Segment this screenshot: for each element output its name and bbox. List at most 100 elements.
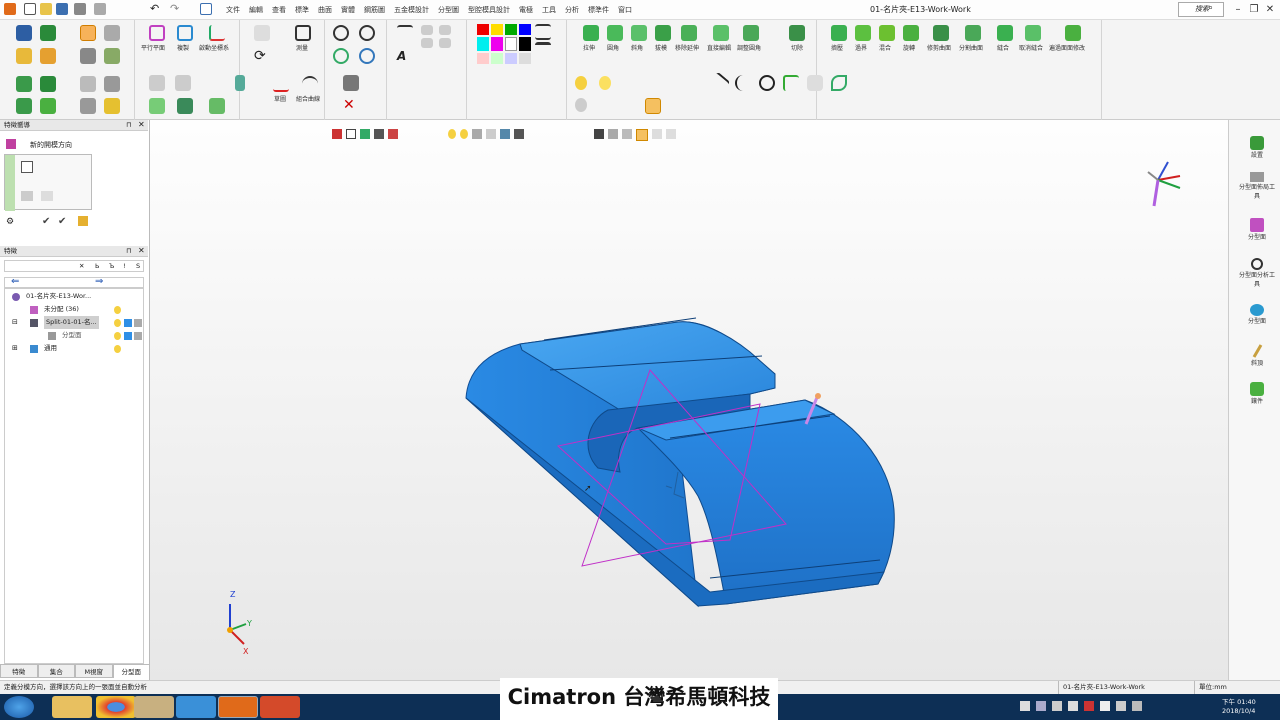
undo-icon[interactable]: ↶	[150, 3, 162, 15]
direct-edit-icon[interactable]	[713, 25, 729, 41]
monitor-icon[interactable]	[80, 98, 96, 114]
bulb-icon[interactable]	[599, 76, 611, 90]
search-icon[interactable]: ⌕	[1208, 3, 1213, 13]
menu-item-3[interactable]: 標準	[295, 5, 309, 15]
tree-col-2[interactable]: Ъ	[109, 262, 114, 270]
tray-icons[interactable]	[1020, 701, 1190, 713]
view-triad[interactable]	[1147, 161, 1181, 207]
angle-icon[interactable]: ⟳	[254, 48, 270, 64]
offset-icon[interactable]	[855, 25, 871, 41]
rotate-icon[interactable]	[903, 25, 919, 41]
cut-icon[interactable]	[789, 25, 805, 41]
menu-item-1[interactable]: 編輯	[249, 5, 263, 15]
layer-icon[interactable]	[16, 98, 32, 114]
tree-item-split[interactable]: ⊟ Split-01-01-名...	[4, 316, 146, 329]
menu-item-7[interactable]: 五金模設計	[394, 5, 429, 15]
load-icon[interactable]	[40, 25, 56, 41]
menu-item-5[interactable]: 實體	[341, 5, 355, 15]
menu-item-9[interactable]: 型腔模具設計	[468, 5, 510, 15]
trim-surface-icon[interactable]	[933, 25, 949, 41]
panel-pin-icon[interactable]: ⊓	[126, 121, 131, 129]
app-logo-icon[interactable]	[4, 3, 16, 15]
search-input[interactable]: 搜索	[1178, 2, 1224, 17]
tab-features[interactable]: 特徵	[0, 664, 38, 678]
step-icon[interactable]	[21, 161, 33, 173]
tree-col-1[interactable]: Ь	[95, 262, 99, 270]
tree-col-3[interactable]: !	[123, 262, 126, 270]
box-pointer-icon[interactable]	[80, 48, 96, 64]
taskbar-ie-icon[interactable]	[176, 696, 216, 718]
taskbar-folder-icon[interactable]	[134, 696, 174, 718]
axis-icon[interactable]	[149, 75, 165, 91]
menu-item-14[interactable]: 窗口	[618, 5, 632, 15]
apply-continue-icon[interactable]: ✔	[58, 216, 66, 227]
zoom-icon[interactable]	[333, 25, 349, 41]
menu-item-6[interactable]: 鋼筋圖	[364, 5, 385, 15]
window-icon[interactable]	[200, 3, 212, 15]
print-icon[interactable]	[74, 3, 86, 15]
box-view-icon[interactable]	[80, 25, 96, 41]
save-large-icon[interactable]	[16, 25, 32, 41]
pattern-icon[interactable]	[177, 98, 193, 114]
stitch-icon[interactable]	[997, 25, 1013, 41]
panel-close-icon-2[interactable]: ✕	[138, 246, 145, 255]
sketch-icon[interactable]	[273, 76, 289, 92]
replace-icon[interactable]	[831, 25, 847, 41]
tab-m-view[interactable]: M視窗	[75, 664, 113, 678]
right-btn-layout-tools[interactable]: 分型面佈局工具	[1237, 172, 1277, 200]
visibility-bulb-icon-3[interactable]	[114, 332, 121, 340]
pull-icon[interactable]	[583, 25, 599, 41]
color-palette[interactable]	[477, 24, 531, 64]
menu-item-2[interactable]: 查看	[272, 5, 286, 15]
tolerance-icon[interactable]	[421, 38, 433, 48]
visibility-bulb-icon[interactable]	[114, 306, 121, 314]
layer-green-icon[interactable]	[40, 98, 56, 114]
grid-icon[interactable]	[80, 76, 96, 92]
display-mode-icon-2[interactable]	[134, 332, 142, 340]
spline-icon[interactable]	[735, 75, 751, 91]
line-weight-icon[interactable]	[535, 42, 551, 58]
color-swatch-icon-2[interactable]	[124, 332, 132, 340]
weld-icon[interactable]	[439, 25, 451, 35]
expand-icon[interactable]: ⊟	[12, 316, 18, 329]
start-button[interactable]	[4, 696, 34, 718]
part-model[interactable]	[465, 317, 895, 608]
split-surface-icon[interactable]	[965, 25, 981, 41]
visibility-bulb-icon-4[interactable]	[114, 345, 121, 353]
pan-icon[interactable]	[359, 48, 375, 64]
apply-icon[interactable]: ✔	[42, 216, 50, 227]
unstitch-icon[interactable]	[1025, 25, 1041, 41]
cylinder-icon[interactable]	[807, 75, 823, 91]
clock-time[interactable]: 下午 01:40	[1222, 696, 1256, 706]
tab-parting[interactable]: 分型面	[112, 664, 150, 678]
text-icon[interactable]: A	[397, 48, 413, 64]
tree-col-close-icon[interactable]: ✕	[79, 262, 84, 270]
import-icon[interactable]	[40, 76, 56, 92]
warning-icon[interactable]	[40, 48, 56, 64]
adjust-round-icon[interactable]	[743, 25, 759, 41]
right-btn-parting[interactable]: 分型面	[1237, 218, 1277, 241]
view-icon[interactable]	[94, 3, 106, 15]
copy-icon[interactable]	[177, 25, 193, 41]
helix-icon[interactable]	[831, 75, 847, 91]
model-canvas[interactable]	[150, 120, 1228, 680]
new-file-icon[interactable]	[24, 3, 36, 15]
symbol-icon[interactable]	[421, 25, 433, 35]
box-outline-icon[interactable]	[104, 25, 120, 41]
tree-item-unassigned[interactable]: 未分配 (36)	[4, 303, 146, 316]
blend-icon[interactable]	[879, 25, 895, 41]
open-file-icon[interactable]	[40, 3, 52, 15]
dots-icon[interactable]	[149, 98, 165, 114]
close-button[interactable]: ✕	[1260, 2, 1280, 18]
tree-col-4[interactable]: S	[136, 262, 140, 270]
save-icon[interactable]	[56, 3, 68, 15]
clock-date[interactable]: 2018/10/4	[1222, 707, 1255, 715]
tree-forward-icon[interactable]: ⇒	[95, 276, 103, 287]
menu-item-0[interactable]: 文件	[226, 5, 240, 15]
line-style-icon[interactable]	[535, 24, 551, 40]
chamfer-icon[interactable]	[631, 25, 647, 41]
round-icon[interactable]	[607, 25, 623, 41]
feature-guide-item[interactable]: 新的開模方向	[30, 140, 72, 150]
redo-icon[interactable]: ↷	[170, 3, 182, 15]
tree-item-parting-face[interactable]: 分型面	[4, 329, 146, 342]
